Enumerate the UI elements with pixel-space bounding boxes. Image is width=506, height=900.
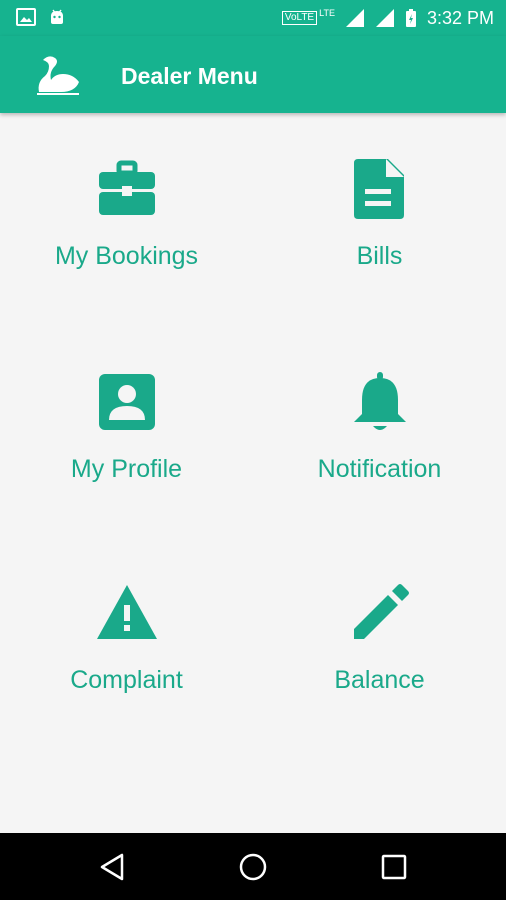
menu-item-label: My Bookings bbox=[54, 242, 199, 270]
menu-item-label: Bills bbox=[356, 242, 403, 270]
briefcase-icon bbox=[98, 160, 155, 215]
menu-item-label: My Profile bbox=[70, 455, 183, 483]
menu-item-label: Notification bbox=[317, 455, 442, 483]
bell-icon bbox=[353, 372, 406, 430]
back-icon[interactable] bbox=[98, 851, 130, 883]
menu-item-complaint[interactable]: Complaint bbox=[0, 537, 253, 737]
status-time: 3:32 PM bbox=[426, 8, 494, 28]
home-icon[interactable] bbox=[237, 851, 269, 883]
menu-item-label: Balance bbox=[334, 666, 425, 694]
battery-charging-icon bbox=[405, 9, 416, 27]
recents-icon[interactable] bbox=[378, 851, 410, 883]
app-bar: Dealer Menu bbox=[0, 36, 506, 113]
menu-item-my-bookings[interactable]: My Bookings bbox=[0, 113, 253, 313]
signal-icon bbox=[345, 9, 364, 27]
lte-label: LTE bbox=[319, 8, 335, 18]
swan-logo-icon bbox=[37, 56, 79, 95]
status-bar: VoLTE LTE 3:32 PM bbox=[0, 0, 506, 36]
app-title: Dealer Menu bbox=[121, 63, 258, 89]
android-icon bbox=[51, 9, 63, 24]
menu-item-my-profile[interactable]: My Profile bbox=[0, 326, 253, 526]
warning-icon bbox=[96, 585, 157, 639]
profile-card-icon bbox=[98, 374, 155, 430]
document-icon bbox=[353, 159, 404, 219]
menu-item-label: Complaint bbox=[70, 666, 183, 694]
pencil-icon bbox=[353, 584, 409, 639]
menu-item-bills[interactable]: Bills bbox=[253, 113, 506, 313]
menu-grid: My Bookings Bills My Profile Notificatio… bbox=[0, 113, 506, 833]
menu-item-notification[interactable]: Notification bbox=[253, 326, 506, 526]
volte-badge: VoLTE bbox=[281, 11, 318, 25]
image-icon bbox=[16, 8, 36, 26]
signal-icon bbox=[375, 9, 394, 27]
navigation-bar bbox=[0, 833, 506, 900]
menu-item-balance[interactable]: Balance bbox=[253, 537, 506, 737]
